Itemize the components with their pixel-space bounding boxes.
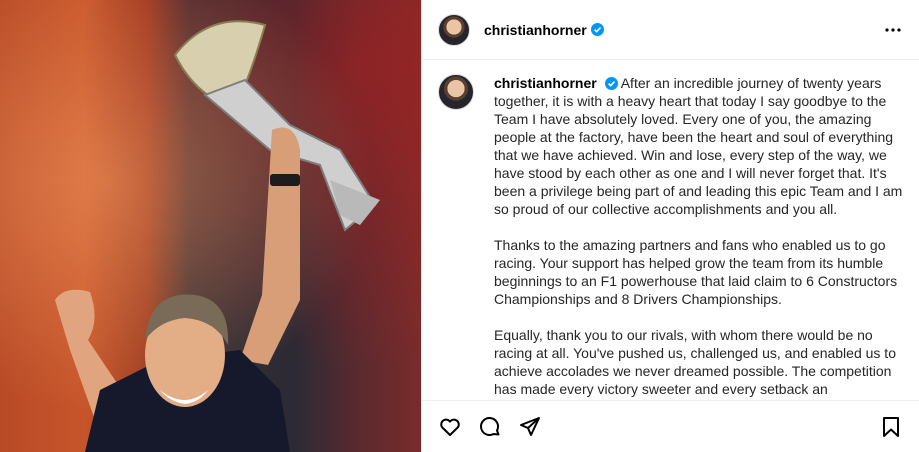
caption-author-avatar[interactable] bbox=[438, 74, 474, 110]
caption-paragraph: After an incredible journey of twenty ye… bbox=[494, 75, 903, 217]
caption-username[interactable]: christianhorner bbox=[494, 75, 597, 91]
author-avatar[interactable] bbox=[438, 13, 470, 46]
author-username[interactable]: christianhorner bbox=[484, 22, 587, 38]
verified-badge-icon bbox=[604, 77, 618, 90]
more-options-icon[interactable] bbox=[881, 18, 905, 42]
post-side-panel: christianhorner christianhorner After an… bbox=[421, 0, 919, 452]
bookmark-icon[interactable] bbox=[879, 415, 903, 439]
post-photo[interactable] bbox=[0, 0, 421, 452]
heart-icon[interactable] bbox=[438, 415, 462, 439]
post-caption: christianhorner After an incredible jour… bbox=[422, 60, 919, 400]
post-header: christianhorner bbox=[422, 0, 919, 60]
post-actions-bar bbox=[422, 400, 919, 452]
photo-illustration bbox=[55, 20, 380, 452]
caption-text: christianhorner After an incredible jour… bbox=[494, 74, 912, 398]
caption-paragraph: Equally, thank you to our rivals, with w… bbox=[494, 327, 896, 397]
comment-icon[interactable] bbox=[478, 415, 502, 439]
verified-badge-icon bbox=[590, 23, 604, 36]
share-icon[interactable] bbox=[518, 415, 542, 439]
caption-paragraph: Thanks to the amazing partners and fans … bbox=[494, 237, 898, 307]
instagram-post: christianhorner christianhorner After an… bbox=[0, 0, 919, 452]
